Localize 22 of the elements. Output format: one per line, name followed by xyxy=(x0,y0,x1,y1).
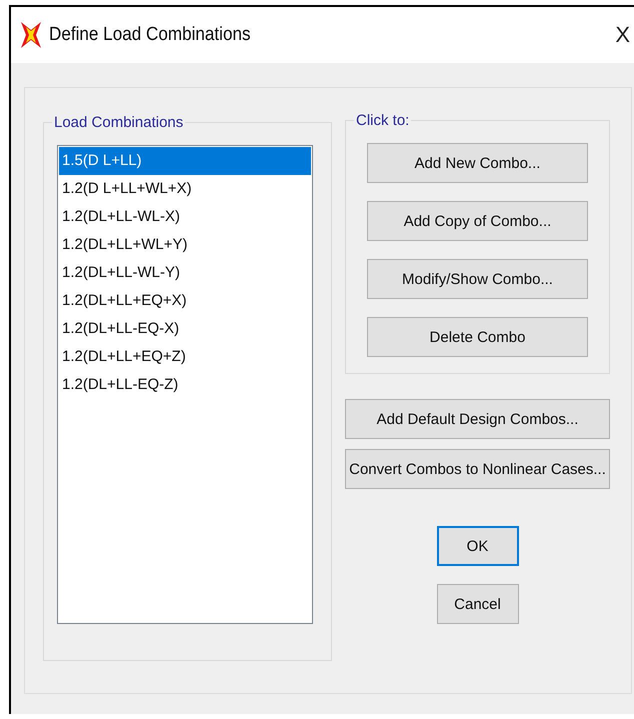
list-item[interactable]: 1.2(D L+LL+WL+X) xyxy=(59,175,311,203)
group-label: Click to: xyxy=(355,112,410,129)
combo-button[interactable]: Add New Combo... xyxy=(367,143,588,183)
list-item[interactable]: 1.2(DL+LL-WL-Y) xyxy=(59,259,311,287)
dialog-button[interactable]: OK xyxy=(436,526,518,566)
list-item[interactable]: 1.2(DL+LL-EQ-X) xyxy=(59,315,311,343)
list-item[interactable]: 1.5(D L+LL) xyxy=(59,147,311,175)
list-item[interactable]: 1.2(DL+LL-EQ-Z) xyxy=(59,371,311,399)
dialog-button[interactable]: Cancel xyxy=(436,584,518,624)
list-item[interactable]: 1.2(DL+LL+WL+Y) xyxy=(59,231,311,259)
list-item[interactable]: 1.2(DL+LL+EQ+X) xyxy=(59,287,311,315)
list-item[interactable]: 1.2(DL+LL-WL-X) xyxy=(59,203,311,231)
group-label: Load Combinations xyxy=(53,114,184,131)
combo-button[interactable]: Convert Combos to Nonlinear Cases... xyxy=(345,449,610,489)
window-title: Define Load Combinations xyxy=(49,24,252,46)
combo-button[interactable]: Add Copy of Combo... xyxy=(367,201,588,241)
close-button[interactable]: X xyxy=(611,22,634,48)
list-item[interactable]: 1.2(DL+LL+EQ+Z) xyxy=(59,343,311,371)
combo-button[interactable]: Add Default Design Combos... xyxy=(345,399,610,439)
combo-button[interactable]: Modify/Show Combo... xyxy=(367,259,588,299)
logo-icon xyxy=(21,22,41,48)
combo-button[interactable]: Delete Combo xyxy=(367,317,588,357)
